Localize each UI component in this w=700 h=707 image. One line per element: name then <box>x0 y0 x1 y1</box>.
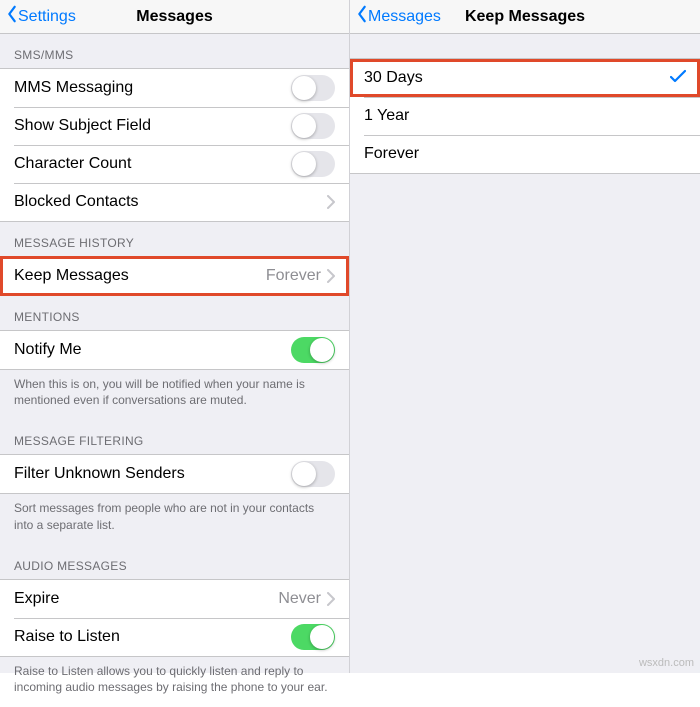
show-subject-label: Show Subject Field <box>14 117 291 135</box>
keep-options-group: 30 Days 1 Year Forever <box>350 58 700 174</box>
navbar: Settings Messages <box>0 0 349 34</box>
section-header-history: MESSAGE HISTORY <box>0 222 349 256</box>
notify-me-row[interactable]: Notify Me <box>0 331 349 369</box>
option-label: 1 Year <box>364 107 686 125</box>
show-subject-row[interactable]: Show Subject Field <box>0 107 349 145</box>
back-button[interactable]: Settings <box>0 5 76 28</box>
filter-footer: Sort messages from people who are not in… <box>0 494 349 544</box>
sms-group: MMS Messaging Show Subject Field Charact… <box>0 68 349 222</box>
chevron-right-icon <box>327 195 335 209</box>
navbar: Messages Keep Messages <box>350 0 700 34</box>
keep-messages-label: Keep Messages <box>14 267 266 285</box>
filter-unknown-row[interactable]: Filter Unknown Senders <box>0 455 349 493</box>
section-header-audio: AUDIO MESSAGES <box>0 545 349 579</box>
chevron-right-icon <box>327 592 335 606</box>
expire-value: Never <box>278 590 321 608</box>
filter-group: Filter Unknown Senders <box>0 454 349 494</box>
expire-row[interactable]: Expire Never <box>0 580 349 618</box>
option-forever[interactable]: Forever <box>350 135 700 173</box>
watermark: wsxdn.com <box>639 657 694 669</box>
notify-me-switch[interactable] <box>291 337 335 363</box>
option-label: Forever <box>364 145 686 163</box>
character-count-label: Character Count <box>14 155 291 173</box>
mms-messaging-label: MMS Messaging <box>14 79 291 97</box>
keep-messages-screen: Messages Keep Messages 30 Days 1 Year Fo… <box>350 0 700 673</box>
show-subject-switch[interactable] <box>291 113 335 139</box>
chevron-left-icon <box>356 5 368 28</box>
keep-messages-value: Forever <box>266 267 321 285</box>
back-label: Messages <box>368 8 441 26</box>
checkmark-icon <box>670 69 686 88</box>
mms-messaging-row[interactable]: MMS Messaging <box>0 69 349 107</box>
blocked-contacts-label: Blocked Contacts <box>14 193 327 211</box>
back-button[interactable]: Messages <box>350 5 441 28</box>
section-header-sms: SMS/MMS <box>0 34 349 68</box>
raise-to-listen-row[interactable]: Raise to Listen <box>0 618 349 656</box>
chevron-left-icon <box>6 5 18 28</box>
messages-settings-screen: Settings Messages SMS/MMS MMS Messaging … <box>0 0 350 673</box>
keep-messages-row[interactable]: Keep Messages Forever <box>0 257 349 295</box>
mms-messaging-switch[interactable] <box>291 75 335 101</box>
notify-me-label: Notify Me <box>14 341 291 359</box>
section-header-filter: MESSAGE FILTERING <box>0 420 349 454</box>
raise-to-listen-label: Raise to Listen <box>14 628 291 646</box>
notify-footer: When this is on, you will be notified wh… <box>0 370 349 420</box>
raise-footer: Raise to Listen allows you to quickly li… <box>0 657 349 707</box>
option-1-year[interactable]: 1 Year <box>350 97 700 135</box>
raise-to-listen-switch[interactable] <box>291 624 335 650</box>
back-label: Settings <box>18 8 76 26</box>
option-30-days[interactable]: 30 Days <box>350 59 700 97</box>
audio-group: Expire Never Raise to Listen <box>0 579 349 657</box>
blocked-contacts-row[interactable]: Blocked Contacts <box>0 183 349 221</box>
character-count-switch[interactable] <box>291 151 335 177</box>
filter-unknown-label: Filter Unknown Senders <box>14 465 291 483</box>
history-group: Keep Messages Forever <box>0 256 349 296</box>
mentions-group: Notify Me <box>0 330 349 370</box>
character-count-row[interactable]: Character Count <box>0 145 349 183</box>
chevron-right-icon <box>327 269 335 283</box>
filter-unknown-switch[interactable] <box>291 461 335 487</box>
option-label: 30 Days <box>364 69 670 87</box>
expire-label: Expire <box>14 590 278 608</box>
section-header-mentions: MENTIONS <box>0 296 349 330</box>
